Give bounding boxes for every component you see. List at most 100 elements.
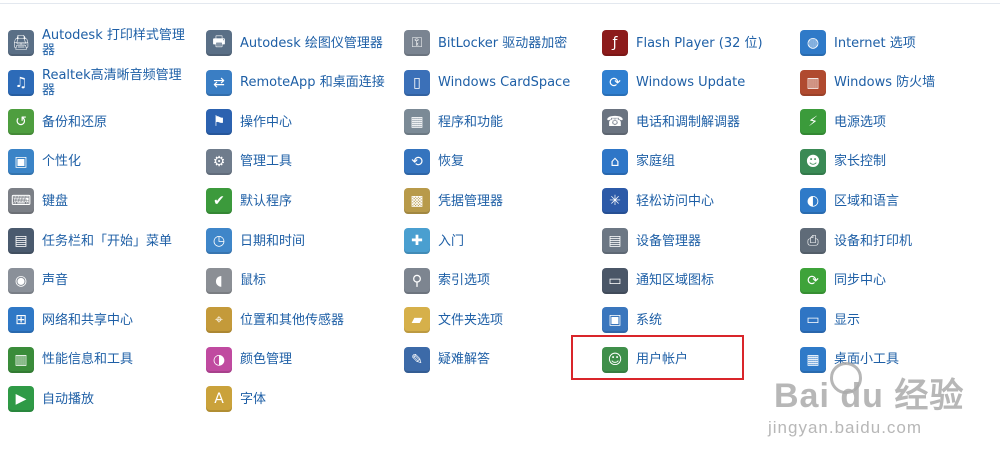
control-panel-item[interactable]: ☎ 电话和调制解调器 — [602, 105, 792, 139]
default-programs-icon: ✔ — [206, 188, 232, 215]
mouse-icon: ◖ — [206, 267, 232, 294]
control-panel-item[interactable]: ▦ 桌面小工具 — [800, 343, 990, 377]
control-panel-item[interactable]: ♫ Realtek高清晰音频管理器 — [8, 66, 198, 100]
control-panel-item[interactable]: ◍ Internet 选项 — [800, 26, 990, 60]
control-panel-item[interactable]: ▶ 自动播放 — [8, 382, 198, 416]
control-panel-item[interactable]: ▣ 个性化 — [8, 145, 198, 179]
control-panel-item[interactable]: ⚑ 操作中心 — [206, 105, 396, 139]
control-panel-all-items: 🖨 Autodesk 打印样式管理器 ♫ Realtek高清晰音频管理器 ↺ 备份和还原 ▣… — [0, 0, 1000, 464]
control-panel-item-label: 电源选项 — [834, 114, 887, 130]
control-panel-item[interactable]: ⟳ 同步中心 — [800, 264, 990, 298]
control-panel-item[interactable]: 🖶 Autodesk 绘图仪管理器 — [206, 26, 396, 60]
autoplay-icon: ▶ — [8, 386, 34, 413]
control-panel-item[interactable]: ⌖ 位置和其他传感器 — [206, 303, 396, 337]
control-panel-item[interactable]: ⟲ 恢复 — [404, 145, 594, 179]
control-panel-item-label: 系统 — [636, 312, 663, 328]
control-panel-item[interactable]: ⚲ 索引选项 — [404, 264, 594, 298]
control-panel-item-label: 家庭组 — [636, 154, 676, 170]
control-panel-item[interactable]: ▥ Windows 防火墙 — [800, 66, 990, 100]
control-panel-item[interactable]: ◉ 声音 — [8, 264, 198, 298]
folder-options-icon: ▰ — [404, 307, 430, 334]
control-panel-item-label: 通知区域图标 — [636, 273, 715, 289]
control-panel-item[interactable]: ▭ 通知区域图标 — [602, 264, 792, 298]
control-panel-item-label: 程序和功能 — [438, 114, 504, 130]
font-icon: A — [206, 386, 232, 413]
location-sensor-icon: ⌖ — [206, 307, 232, 334]
control-panel-item[interactable]: ⊞ 网络和共享中心 — [8, 303, 198, 337]
programs-features-icon: ▦ — [404, 109, 430, 136]
power-options-icon: ⚡ — [800, 109, 826, 136]
control-panel-item[interactable]: A 字体 — [206, 382, 396, 416]
control-panel-item-label: 备份和还原 — [42, 114, 108, 130]
firewall-icon: ▥ — [800, 69, 826, 96]
control-panel-item-label: 入门 — [438, 233, 465, 249]
control-panel-item[interactable]: ⚡ 电源选项 — [800, 105, 990, 139]
control-panel-item[interactable]: ✎ 疑难解答 — [404, 343, 594, 377]
control-panel-item[interactable]: 🖨 Autodesk 打印样式管理器 — [8, 26, 198, 60]
control-panel-item[interactable]: ◑ 颜色管理 — [206, 343, 396, 377]
control-panel-item-label: 日期和时间 — [240, 233, 306, 249]
personalization-icon: ▣ — [8, 148, 34, 175]
control-panel-item[interactable]: ⌨ 键盘 — [8, 184, 198, 218]
control-panel-item[interactable]: ▤ 设备管理器 — [602, 224, 792, 258]
troubleshooting-icon: ✎ — [404, 346, 430, 373]
control-panel-item[interactable]: ⌂ 家庭组 — [602, 145, 792, 179]
control-panel-item-label: 自动播放 — [42, 391, 95, 407]
control-panel-item-label: 设备和打印机 — [834, 233, 913, 249]
printer-style-icon: 🖨 — [8, 30, 34, 56]
control-panel-item[interactable]: ⚙ 管理工具 — [206, 145, 396, 179]
control-panel-item[interactable]: ⚿ BitLocker 驱动器加密 — [404, 26, 594, 60]
control-panel-item[interactable]: ◷ 日期和时间 — [206, 224, 396, 258]
control-panel-item[interactable]: ▣ 系统 — [602, 303, 792, 337]
control-panel-item[interactable]: ▰ 文件夹选项 — [404, 303, 594, 337]
control-panel-item[interactable]: ◐ 区域和语言 — [800, 184, 990, 218]
bitlocker-key-icon: ⚿ — [404, 30, 430, 56]
control-panel-item[interactable]: ▥ 性能信息和工具 — [8, 343, 198, 377]
control-panel-item-label: Internet 选项 — [834, 35, 916, 51]
control-panel-item-label: Flash Player (32 位) — [636, 35, 763, 51]
control-panel-item-label: 颜色管理 — [240, 352, 293, 368]
control-panel-item-label: 桌面小工具 — [834, 352, 900, 368]
control-panel-item-label: 索引选项 — [438, 273, 491, 289]
control-panel-item-label: 默认程序 — [240, 193, 293, 209]
desktop-gadgets-icon: ▦ — [800, 346, 826, 373]
control-panel-item-label: 电话和调制解调器 — [636, 114, 741, 130]
color-management-icon: ◑ — [206, 346, 232, 373]
control-panel-item[interactable]: ↺ 备份和还原 — [8, 105, 198, 139]
performance-icon: ▥ — [8, 346, 34, 373]
credential-manager-icon: ▩ — [404, 188, 430, 215]
control-panel-item[interactable]: ✳ 轻松访问中心 — [602, 184, 792, 218]
notification-area-icon: ▭ — [602, 267, 628, 294]
admin-tools-icon: ⚙ — [206, 148, 232, 175]
control-panel-item[interactable]: ◖ 鼠标 — [206, 264, 396, 298]
control-panel-item[interactable]: ✔ 默认程序 — [206, 184, 396, 218]
calendar-clock-icon: ◷ — [206, 228, 232, 254]
control-panel-item[interactable]: ☻ 家长控制 — [800, 145, 990, 179]
control-panel-item[interactable]: ⇄ RemoteApp 和桌面连接 — [206, 66, 396, 100]
control-panel-item-label: 网络和共享中心 — [42, 312, 134, 328]
flash-player-icon: ƒ — [602, 30, 628, 56]
watermark-url: jingyan.baidu.com — [768, 418, 923, 437]
control-panel-item[interactable]: ▦ 程序和功能 — [404, 105, 594, 139]
control-panel-item[interactable]: ▯ Windows CardSpace — [404, 66, 594, 100]
control-panel-item-label: 声音 — [42, 273, 69, 289]
control-panel-item[interactable]: ƒ Flash Player (32 位) — [602, 26, 792, 60]
control-panel-item[interactable]: ⎙ 设备和打印机 — [800, 224, 990, 258]
control-panel-item-label: 轻松访问中心 — [636, 193, 715, 209]
control-panel-item[interactable]: ▩ 凭据管理器 — [404, 184, 594, 218]
control-panel-item-label: 操作中心 — [240, 114, 293, 130]
control-panel-item-label: 恢复 — [438, 154, 465, 170]
sync-center-icon: ⟳ — [800, 267, 826, 294]
cardspace-icon: ▯ — [404, 69, 430, 96]
action-center-flag-icon: ⚑ — [206, 109, 232, 136]
remoteapp-icon: ⇄ — [206, 69, 232, 96]
control-panel-item[interactable]: ⟳ Windows Update — [602, 66, 792, 100]
control-panel-item[interactable]: ▭ 显示 — [800, 303, 990, 337]
plotter-manager-icon: 🖶 — [206, 30, 232, 56]
control-panel-item-label: 显示 — [834, 312, 861, 328]
control-panel-item-label: Autodesk 打印样式管理器 — [42, 28, 185, 58]
control-panel-item-label: 凭据管理器 — [438, 193, 504, 209]
control-panel-item[interactable]: ✚ 入门 — [404, 224, 594, 258]
audio-manager-icon: ♫ — [8, 69, 34, 96]
control-panel-item[interactable]: ▤ 任务栏和「开始」菜单 — [8, 224, 198, 258]
